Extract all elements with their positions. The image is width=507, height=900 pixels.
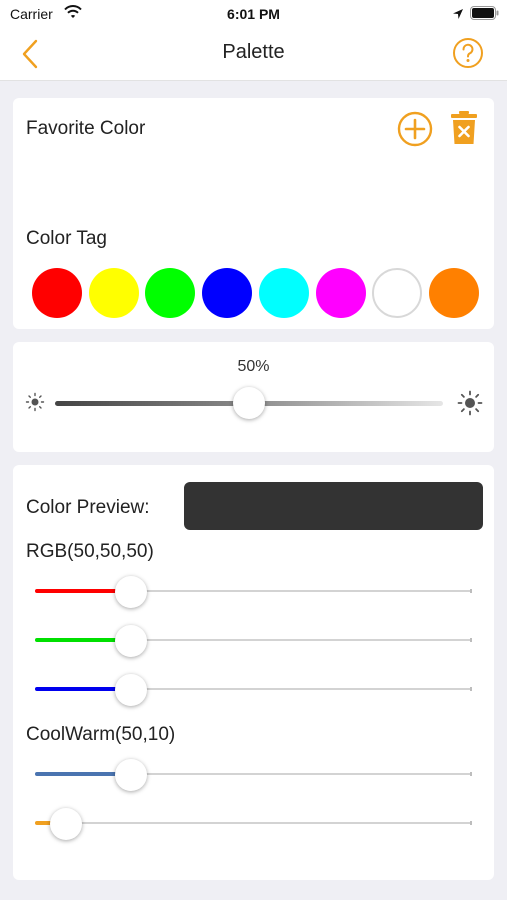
sun-bright-icon — [457, 390, 483, 421]
brightness-percent: 50% — [237, 358, 270, 375]
slider-thumb[interactable] — [49, 808, 82, 840]
favorite-color-card: Favorite Color Color Tag — [13, 98, 494, 329]
battery-icon — [470, 6, 500, 25]
status-bar: Carrier 6:01 PM — [0, 0, 507, 28]
rgb-slider-2[interactable] — [35, 625, 472, 657]
color-preview-card: Color Preview: RGB(50,50,50) CoolWarm(50… — [13, 465, 494, 880]
brightness-card: 50% — [13, 342, 494, 452]
slider-thumb[interactable] — [115, 759, 148, 791]
coolwarm-slider-1[interactable] — [35, 759, 472, 791]
color-preview-label: Color Preview: — [26, 497, 150, 518]
slider-end-cap — [470, 638, 472, 642]
slider-track — [35, 822, 472, 824]
slider-end-cap — [470, 821, 472, 825]
slider-end-cap — [470, 772, 472, 776]
page-title: Palette — [222, 41, 285, 63]
delete-favorite-button[interactable] — [449, 110, 479, 151]
plus-circle-icon — [397, 111, 433, 147]
color-tag-swatch[interactable] — [202, 268, 253, 318]
color-tag-swatch[interactable] — [428, 268, 479, 318]
slider-thumb[interactable] — [115, 625, 148, 657]
slider-end-cap — [470, 589, 472, 593]
slider-thumb[interactable] — [115, 576, 148, 608]
clock: 6:01 PM — [227, 6, 280, 22]
rgb-label: RGB(50,50,50) — [26, 541, 154, 562]
rgb-slider-1[interactable] — [35, 576, 472, 608]
slider-thumb[interactable] — [115, 674, 148, 706]
rgb-slider-3[interactable] — [35, 674, 472, 706]
favorite-color-label: Favorite Color — [26, 118, 146, 139]
color-tag-swatch[interactable] — [315, 268, 366, 318]
add-favorite-button[interactable] — [397, 111, 433, 152]
color-tag-label: Color Tag — [26, 228, 107, 249]
color-tag-swatch[interactable] — [372, 268, 423, 318]
sun-dim-icon — [25, 392, 45, 417]
color-tag-swatch[interactable] — [32, 268, 82, 318]
navigation-bar: Palette — [0, 28, 507, 81]
coolwarm-slider-2[interactable] — [35, 808, 472, 840]
trash-icon — [451, 111, 477, 144]
color-tag-swatch[interactable] — [88, 268, 139, 318]
brightness-slider-thumb[interactable] — [233, 387, 265, 419]
slider-end-cap — [470, 687, 472, 691]
coolwarm-label: CoolWarm(50,10) — [26, 724, 176, 745]
help-button[interactable] — [452, 37, 484, 74]
location-arrow-icon — [452, 7, 464, 25]
color-tag-swatch[interactable] — [145, 268, 196, 318]
color-preview-swatch — [184, 482, 483, 530]
color-tag-swatch[interactable] — [258, 268, 309, 318]
question-circle-icon — [453, 38, 483, 68]
